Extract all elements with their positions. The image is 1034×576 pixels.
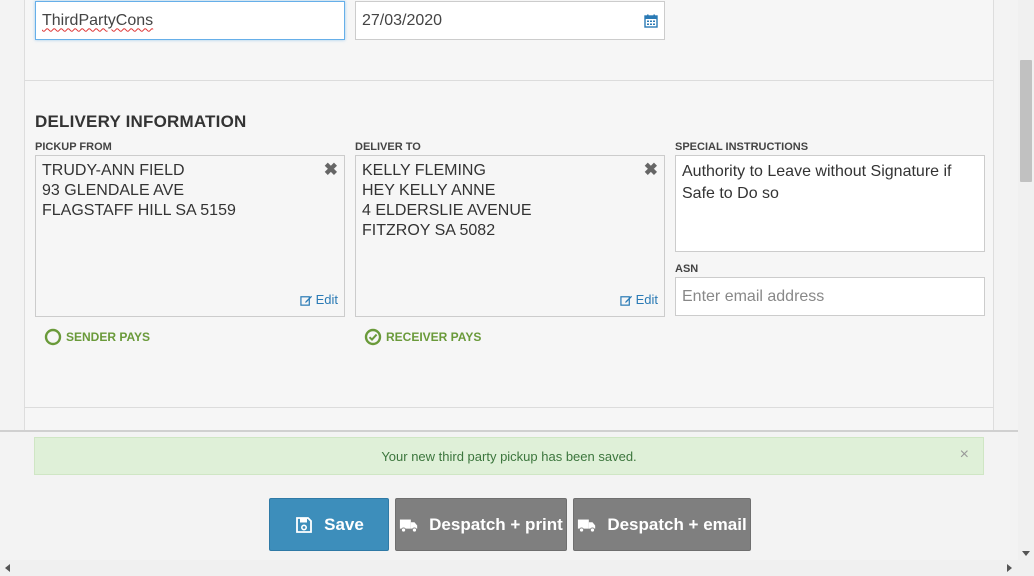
receiver-pays-option[interactable]: RECEIVER PAYS [364,328,481,346]
pickup-line: 93 GLENDALE AVE [42,182,184,199]
check-circle-icon [364,328,382,346]
despatch-email-button[interactable]: Despatch + email [573,498,751,551]
divider [24,407,994,408]
reference-input[interactable]: ThirdPartyCons [35,1,345,40]
deliver-line: HEY KELLY ANNE [362,182,496,199]
scroll-left-arrow-icon[interactable] [5,564,10,572]
edit-pickup-link[interactable]: Edit [299,290,338,310]
calendar-icon[interactable] [644,14,658,28]
vertical-scrollbar[interactable] [1018,0,1034,560]
clear-deliver-close-icon[interactable]: ✖ [644,161,658,178]
special-instructions-label: SPECIAL INSTRUCTIONS [675,141,809,153]
asn-placeholder: Enter email address [682,287,825,305]
truck-icon [578,519,596,533]
date-input[interactable]: 27/03/2020 [355,1,665,40]
scroll-down-arrow-icon[interactable] [1022,551,1030,556]
divider [24,80,994,81]
truck-icon [400,519,418,533]
success-alert: Your new third party pickup has been sav… [34,437,984,475]
pickup-label: PICKUP FROM [35,141,112,153]
asn-email-input[interactable]: Enter email address [675,277,985,316]
clear-pickup-close-icon[interactable]: ✖ [324,161,338,178]
special-instructions-textarea[interactable]: Authority to Leave without Signature if … [675,155,985,252]
despatch-print-button[interactable]: Despatch + print [395,498,567,551]
section-title: DELIVERY INFORMATION [35,112,247,131]
floppy-disk-icon [296,516,313,533]
asn-label: ASN [675,263,699,275]
circle-icon [44,328,62,346]
pickup-address-box: TRUDY-ANN FIELD 93 GLENDALE AVE FLAGSTAF… [35,155,345,317]
horizontal-scrollbar[interactable] [0,560,1034,576]
deliver-line: FITZROY SA 5082 [362,222,496,239]
save-label: Save [324,514,364,534]
save-button[interactable]: Save [269,498,389,551]
deliver-line: 4 ELDERSLIE AVENUE [362,202,532,219]
scroll-right-arrow-icon[interactable] [1007,564,1012,572]
alert-close-icon[interactable]: × [960,446,969,464]
deliver-label: DELIVER TO [355,141,421,153]
edit-label: Edit [635,292,658,307]
pickup-line: FLAGSTAFF HILL SA 5159 [42,202,236,219]
edit-icon [299,295,312,306]
despatch-print-label: Despatch + print [429,514,563,534]
deliver-line: KELLY FLEMING [362,162,486,179]
divider [0,430,1018,432]
sender-pays-label: SENDER PAYS [66,330,151,344]
edit-icon [619,295,632,306]
sender-pays-option[interactable]: SENDER PAYS [44,328,150,346]
scrollbar-thumb[interactable] [1020,60,1032,182]
despatch-email-label: Despatch + email [607,514,747,534]
edit-deliver-link[interactable]: Edit [619,290,658,310]
date-value: 27/03/2020 [362,11,443,29]
reference-value: ThirdPartyCons [42,11,154,29]
pickup-line: TRUDY-ANN FIELD [42,162,185,179]
deliver-address-box: KELLY FLEMING HEY KELLY ANNE 4 ELDERSLIE… [355,155,665,317]
receiver-pays-label: RECEIVER PAYS [386,330,482,344]
edit-label: Edit [315,292,338,307]
alert-message: Your new third party pickup has been sav… [381,448,637,464]
